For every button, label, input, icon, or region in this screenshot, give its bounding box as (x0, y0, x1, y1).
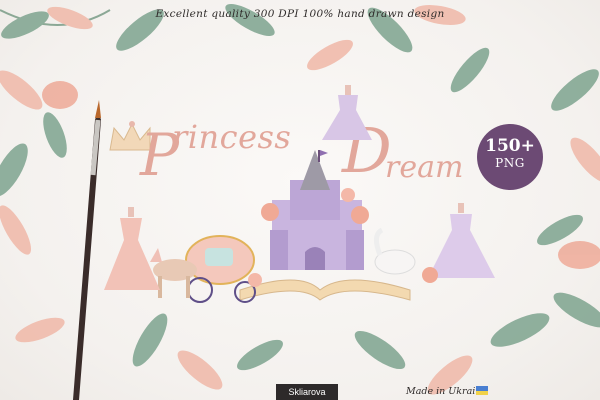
book-icon (239, 279, 411, 301)
leaf-cluster-bottom-icon (15, 292, 600, 395)
tagline-text: Excellent quality 300 DPI 100% hand draw… (155, 8, 445, 20)
ukraine-flag-icon (476, 386, 488, 395)
dress-right-icon (428, 203, 495, 278)
title-word-princess: rincess (172, 118, 292, 156)
watercolor-artwork: P D (0, 3, 600, 400)
made-in-label: Made in Ukraine (406, 386, 488, 397)
dress-top-icon (322, 85, 372, 140)
product-preview-canvas: P D Excellent quality 300 DPI 100% hand … (0, 0, 600, 400)
author-label: Skliarova (276, 384, 338, 400)
badge-count: 150+ (485, 136, 535, 156)
swan-icon (374, 227, 416, 275)
title-word-dream: ream (385, 150, 464, 185)
badge-unit: PNG (495, 156, 525, 170)
png-count-badge: 150+ PNG (477, 124, 543, 190)
dress-left-icon (104, 207, 160, 290)
paint-brush-icon (73, 100, 101, 400)
